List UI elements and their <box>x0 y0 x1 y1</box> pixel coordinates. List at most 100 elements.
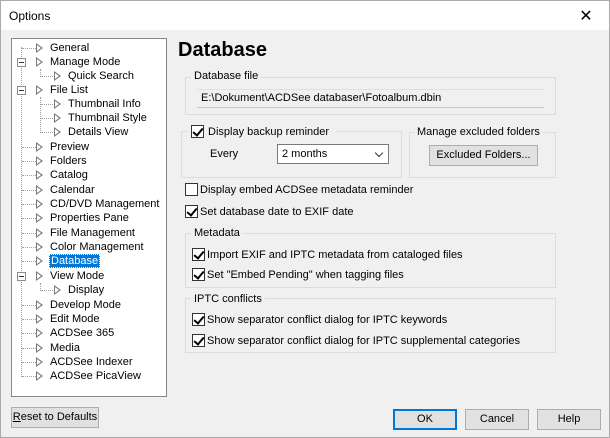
tree-item-label: Calendar <box>50 184 95 196</box>
tree-item-label: ACDSee 365 <box>50 327 115 339</box>
leaf-arrow-icon <box>54 113 61 123</box>
tree-item-thumbnail-info[interactable]: Thumbnail Info <box>12 97 162 111</box>
tree-item-label: Folders <box>50 155 87 167</box>
exif-date-label: Set database date to EXIF date <box>200 206 354 218</box>
reset-defaults-button[interactable]: Reset to Defaults <box>11 407 99 428</box>
leaf-arrow-icon <box>36 57 43 67</box>
embed-pending-checkbox[interactable] <box>192 268 205 281</box>
leaf-arrow-icon <box>36 228 43 238</box>
import-metadata-checkbox[interactable] <box>192 248 205 261</box>
tree-item-label: Display <box>68 284 105 296</box>
tree-item-develop-mode[interactable]: Develop Mode <box>12 298 162 312</box>
backup-interval-value: 2 months <box>282 148 328 160</box>
leaf-arrow-icon <box>36 213 43 223</box>
tree-item-label: File List <box>50 84 88 96</box>
iptc-keywords-checkbox[interactable] <box>192 313 205 326</box>
iptc-conflicts-caption: IPTC conflicts <box>191 293 265 305</box>
embed-reminder-label: Display embed ACDSee metadata reminder <box>200 184 414 196</box>
tree-item-catalog[interactable]: Catalog <box>12 168 162 182</box>
tree-item-quick-search[interactable]: Quick Search <box>12 69 162 83</box>
tree-item-label: Catalog <box>50 169 88 181</box>
tree-item-label: Develop Mode <box>50 299 121 311</box>
help-button[interactable]: Help <box>537 409 601 430</box>
leaf-arrow-icon <box>36 256 43 266</box>
backup-reminder-label: Display backup reminder <box>208 126 330 138</box>
tree-item-media[interactable]: Media <box>12 341 162 355</box>
database-file-caption: Database file <box>191 70 262 82</box>
leaf-arrow-icon <box>36 328 43 338</box>
tree-item-properties-pane[interactable]: Properties Pane <box>12 211 162 225</box>
tree-item-label: ACDSee PicaView <box>50 370 141 382</box>
import-metadata-label: Import EXIF and IPTC metadata from catal… <box>207 249 463 261</box>
tree-item-cd-dvd-management[interactable]: CD/DVD Management <box>12 197 162 211</box>
tree-item-label: CD/DVD Management <box>50 198 160 210</box>
tree-item-label: Media <box>50 342 80 354</box>
close-icon[interactable]: ✕ <box>563 1 609 30</box>
tree-item-calendar[interactable]: Calendar <box>12 183 162 197</box>
exif-date-checkbox[interactable] <box>185 205 198 218</box>
tree-item-acdsee-365[interactable]: ACDSee 365 <box>12 326 162 340</box>
embed-pending-label: Set "Embed Pending" when tagging files <box>207 269 404 281</box>
iptc-supplemental-checkbox[interactable] <box>192 334 205 347</box>
tree-item-view-mode[interactable]: View Mode <box>12 269 162 283</box>
leaf-arrow-icon <box>36 300 43 310</box>
leaf-arrow-icon <box>36 185 43 195</box>
leaf-arrow-icon <box>54 99 61 109</box>
tree-item-label: Database <box>49 254 101 268</box>
tree-item-preview[interactable]: Preview <box>12 140 162 154</box>
metadata-caption: Metadata <box>191 227 243 239</box>
leaf-arrow-icon <box>54 285 61 295</box>
iptc-keywords-label: Show separator conflict dialog for IPTC … <box>207 314 448 326</box>
tree-item-general[interactable]: General <box>12 41 162 55</box>
chevron-down-icon <box>374 148 384 158</box>
tree-item-label: Edit Mode <box>50 313 100 325</box>
page-title: Database <box>178 39 267 61</box>
reset-label: eset to Defaults <box>20 411 98 423</box>
leaf-arrow-icon <box>36 156 43 166</box>
ok-button[interactable]: OK <box>393 409 457 430</box>
tree-item-thumbnail-style[interactable]: Thumbnail Style <box>12 111 162 125</box>
tree-item-label: Quick Search <box>68 70 135 82</box>
options-tree: General Manage Mode Quick Search File Li… <box>11 38 167 397</box>
tree-item-label: View Mode <box>50 270 105 282</box>
tree-item-file-list[interactable]: File List <box>12 83 162 97</box>
tree-item-manage-mode[interactable]: Manage Mode <box>12 55 162 69</box>
tree-item-color-management[interactable]: Color Management <box>12 240 162 254</box>
leaf-arrow-icon <box>36 343 43 353</box>
leaf-arrow-icon <box>36 170 43 180</box>
leaf-arrow-icon <box>54 71 61 81</box>
leaf-arrow-icon <box>36 314 43 324</box>
tree-item-details-view[interactable]: Details View <box>12 125 162 139</box>
leaf-arrow-icon <box>36 371 43 381</box>
tree-item-display[interactable]: Display <box>12 283 162 297</box>
leaf-arrow-icon <box>36 85 43 95</box>
tree-item-edit-mode[interactable]: Edit Mode <box>12 312 162 326</box>
collapse-icon[interactable] <box>17 272 26 281</box>
collapse-icon[interactable] <box>17 58 26 67</box>
tree-item-label: File Management <box>50 227 135 239</box>
leaf-arrow-icon <box>36 357 43 367</box>
tree-item-database[interactable]: Database <box>12 254 162 268</box>
backup-interval-select[interactable]: 2 months <box>277 144 389 164</box>
tree-item-acdsee-indexer[interactable]: ACDSee Indexer <box>12 355 162 369</box>
window-title: Options <box>9 9 51 23</box>
tree-item-label: General <box>50 42 90 54</box>
cancel-button[interactable]: Cancel <box>465 409 529 430</box>
embed-reminder-checkbox[interactable] <box>185 183 198 196</box>
backup-reminder-checkbox[interactable] <box>191 125 204 138</box>
tree-item-folders[interactable]: Folders <box>12 154 162 168</box>
excluded-folders-button[interactable]: Excluded Folders... <box>429 145 538 166</box>
tree-item-acdsee-picaview[interactable]: ACDSee PicaView <box>12 369 162 383</box>
tree-item-label: Preview <box>50 141 90 153</box>
options-dialog: Options ✕ General Manage Mode Quick Sear… <box>0 0 610 438</box>
tree-item-label: Thumbnail Style <box>68 112 147 124</box>
tree-item-label: Properties Pane <box>50 212 129 224</box>
tree-item-label: Details View <box>68 126 129 138</box>
database-path-field[interactable]: E:\Dokument\ACDSee databaser\Fotoalbum.d… <box>197 89 544 108</box>
collapse-icon[interactable] <box>17 86 26 95</box>
leaf-arrow-icon <box>54 127 61 137</box>
title-bar: Options ✕ <box>1 1 609 30</box>
tree-item-file-management[interactable]: File Management <box>12 226 162 240</box>
tree-item-label: ACDSee Indexer <box>50 356 133 368</box>
tree-item-label: Color Management <box>50 241 144 253</box>
